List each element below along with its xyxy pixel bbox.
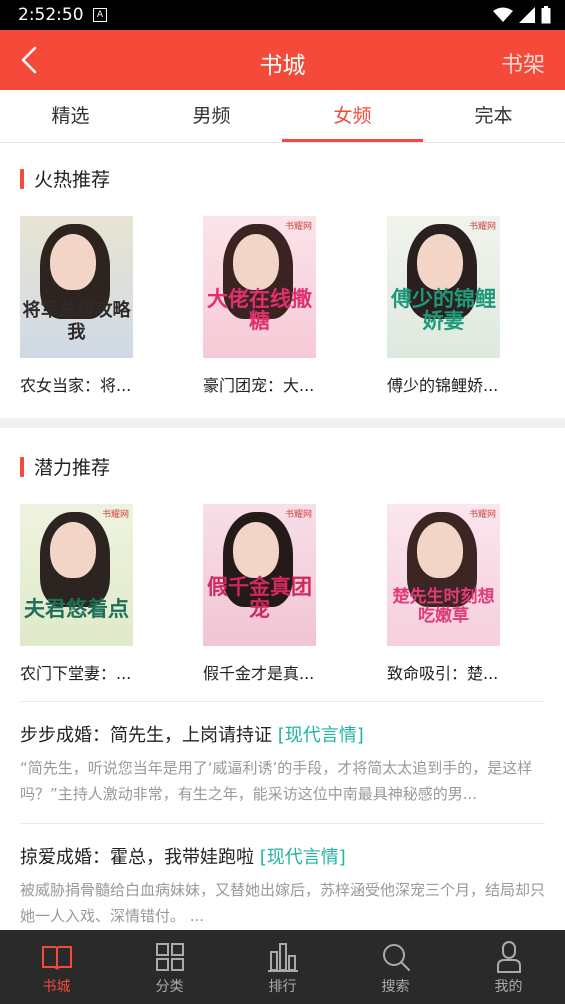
cover-title: 楚先生时刻想吃嫩草 bbox=[392, 587, 495, 626]
book-cover[interactable]: 将军总想攻略我 bbox=[20, 216, 133, 358]
publisher-logo: 书耀网 bbox=[101, 510, 129, 520]
status-icons bbox=[493, 6, 551, 24]
publisher-logo: 书耀网 bbox=[284, 222, 312, 232]
section-marker bbox=[20, 456, 24, 477]
book-card[interactable]: 将军总想攻略我 农女当家：将... bbox=[20, 216, 170, 396]
book-title[interactable]: 傅少的锦鲤娇... bbox=[387, 372, 537, 396]
cover-face bbox=[417, 522, 463, 578]
list-item-title[interactable]: 掠爱成婚：霍总，我带娃跑啦 [现代言情] bbox=[20, 843, 346, 869]
tab-male[interactable]: 男频 bbox=[141, 90, 282, 142]
potential-section-header: 潜力推荐 bbox=[20, 453, 110, 480]
book-title[interactable]: 致命吸引：楚... bbox=[387, 660, 537, 684]
battery-icon bbox=[541, 6, 551, 24]
page-title: 书城 bbox=[259, 53, 306, 79]
list-item-title[interactable]: 步步成婚：简先生，上岗请持证 [现代言情] bbox=[20, 721, 364, 747]
notification-icon: A bbox=[93, 8, 107, 22]
cover-title: 夫君悠着点 bbox=[24, 597, 129, 621]
wifi-icon bbox=[493, 7, 513, 22]
divider bbox=[20, 823, 545, 824]
tab-featured[interactable]: 精选 bbox=[0, 90, 141, 142]
bookshelf-button[interactable]: 书架 bbox=[501, 47, 545, 79]
cover-face bbox=[417, 234, 463, 290]
section-title: 潜力推荐 bbox=[34, 457, 111, 479]
section-separator bbox=[0, 418, 565, 428]
cover-title: 傅少的锦鲤娇妻 bbox=[391, 287, 496, 333]
book-cover[interactable]: 书耀网 假千金真团宠 bbox=[203, 504, 316, 646]
user-icon bbox=[496, 941, 521, 973]
tab-female[interactable]: 女频 bbox=[282, 90, 423, 142]
category-tabs: 精选 男频 女频 完本 bbox=[0, 90, 565, 143]
nav-label: 书城 bbox=[42, 979, 71, 995]
book-card[interactable]: 书耀网 假千金真团宠 假千金才是真... bbox=[203, 504, 353, 684]
book-card[interactable]: 书耀网 楚先生时刻想吃嫩草 致命吸引：楚... bbox=[387, 504, 537, 684]
nav-categories[interactable]: 分类 bbox=[113, 930, 226, 1004]
list-item-description[interactable]: 被威胁捐骨髓给白血病妹妹，又替她出嫁后，苏梓涵受他深宠三个月，结局却只她一人入戏… bbox=[20, 877, 545, 929]
grid-icon bbox=[155, 943, 184, 971]
nav-label: 我的 bbox=[494, 979, 523, 995]
book-cover[interactable]: 书耀网 夫君悠着点 bbox=[20, 504, 133, 646]
book-cover[interactable]: 书耀网 傅少的锦鲤娇妻 bbox=[387, 216, 500, 358]
nav-label: 搜索 bbox=[381, 979, 410, 995]
publisher-logo: 书耀网 bbox=[284, 510, 312, 520]
genre-tag: [现代言情] bbox=[277, 725, 364, 746]
status-time: 2:52:50 bbox=[18, 5, 84, 25]
book-icon bbox=[41, 946, 72, 970]
divider bbox=[20, 701, 545, 702]
cover-title: 将军总想攻略我 bbox=[22, 300, 131, 343]
book-card[interactable]: 书耀网 大佬在线撒糖 豪门团宠：大... bbox=[203, 216, 353, 396]
book-card[interactable]: 书耀网 傅少的锦鲤娇妻 傅少的锦鲤娇... bbox=[387, 216, 537, 396]
publisher-logo: 书耀网 bbox=[468, 510, 496, 520]
book-title[interactable]: 假千金才是真... bbox=[203, 660, 353, 684]
book-title[interactable]: 农门下堂妻：... bbox=[20, 660, 170, 684]
list-item-description[interactable]: “简先生，听说您当年是用了‘威逼利诱’的手段，才将简太太追到手的，是这样吗？”主… bbox=[20, 755, 545, 807]
book-cover[interactable]: 书耀网 大佬在线撒糖 bbox=[203, 216, 316, 358]
publisher-logo: 书耀网 bbox=[468, 222, 496, 232]
tab-completed[interactable]: 完本 bbox=[423, 90, 564, 142]
book-title[interactable]: 农女当家：将... bbox=[20, 372, 170, 396]
cover-title: 假千金真团宠 bbox=[207, 575, 312, 621]
section-marker bbox=[20, 168, 24, 189]
hot-section-header: 火热推荐 bbox=[20, 165, 110, 192]
bottom-navigation: 书城 分类 排行 搜索 我的 bbox=[0, 930, 565, 1004]
bar-chart-icon bbox=[267, 943, 298, 972]
cover-face bbox=[233, 522, 279, 578]
nav-ranking[interactable]: 排行 bbox=[226, 930, 339, 1004]
cover-title: 大佬在线撒糖 bbox=[207, 287, 312, 333]
book-title[interactable]: 豪门团宠：大... bbox=[203, 372, 353, 396]
nav-label: 排行 bbox=[268, 979, 297, 995]
nav-search[interactable]: 搜索 bbox=[339, 930, 452, 1004]
signal-icon bbox=[519, 7, 535, 23]
nav-profile[interactable]: 我的 bbox=[452, 930, 565, 1004]
section-title: 火热推荐 bbox=[34, 169, 111, 191]
book-cover[interactable]: 书耀网 楚先生时刻想吃嫩草 bbox=[387, 504, 500, 646]
nav-label: 分类 bbox=[155, 979, 184, 995]
cover-face bbox=[50, 522, 96, 578]
status-bar: 2:52:50 A bbox=[0, 0, 565, 30]
search-icon bbox=[382, 944, 410, 971]
app-bar: 书城 书架 bbox=[0, 30, 565, 90]
book-card[interactable]: 书耀网 夫君悠着点 农门下堂妻：... bbox=[20, 504, 170, 684]
cover-face bbox=[50, 234, 96, 290]
tab-underline bbox=[282, 139, 423, 142]
genre-tag: [现代言情] bbox=[259, 847, 346, 868]
cover-face bbox=[233, 234, 279, 290]
nav-bookstore[interactable]: 书城 bbox=[0, 930, 113, 1004]
